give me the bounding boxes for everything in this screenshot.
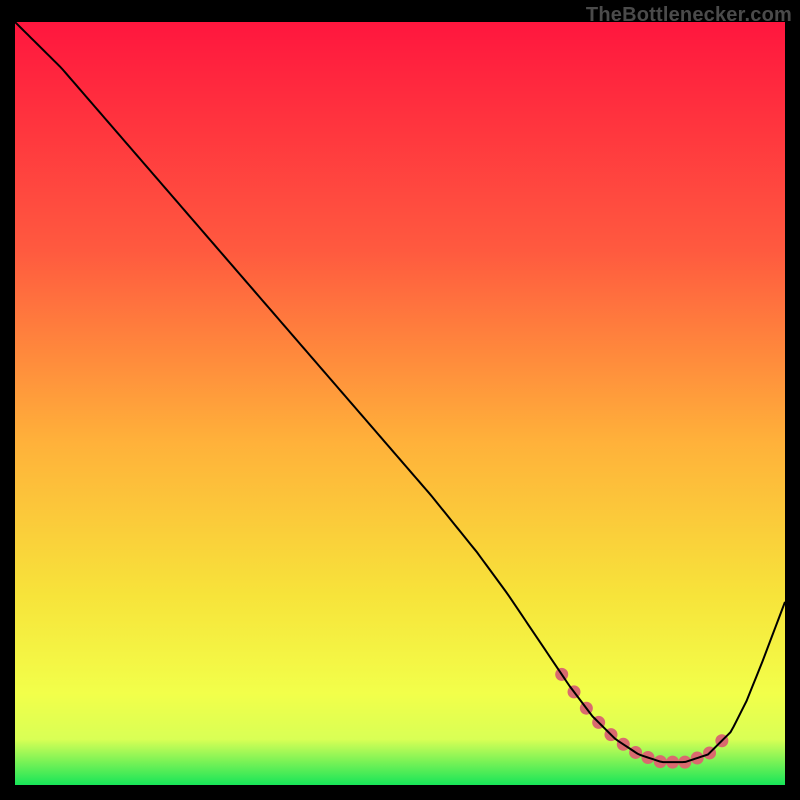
plot-area	[15, 22, 785, 785]
bottleneck-chart	[15, 22, 785, 785]
gradient-background	[15, 22, 785, 785]
chart-stage: TheBottlenecker.com	[0, 0, 800, 800]
watermark-text: TheBottlenecker.com	[586, 4, 792, 27]
